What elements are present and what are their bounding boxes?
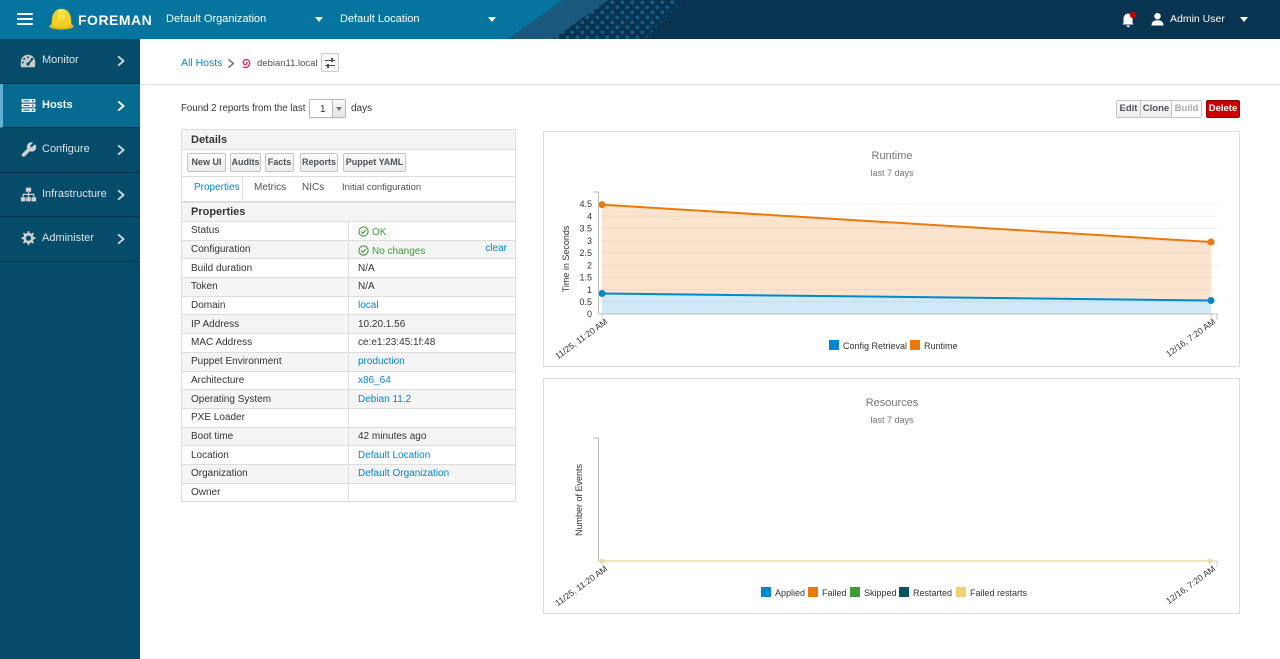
svg-text:Resources: Resources [866, 397, 919, 409]
svg-text:0.5: 0.5 [579, 297, 592, 307]
svg-text:last 7 days: last 7 days [870, 415, 914, 425]
svg-text:Applied: Applied [775, 588, 805, 598]
svg-text:Number of Events: Number of Events [574, 463, 584, 536]
svg-text:Config Retrieval: Config Retrieval [843, 341, 907, 351]
svg-text:11/25, 11:20 AM: 11/25, 11:20 AM [553, 317, 609, 362]
svg-text:12/16, 7:20 AM: 12/16, 7:20 AM [1164, 564, 1217, 606]
svg-text:Skipped: Skipped [864, 588, 897, 598]
svg-text:3: 3 [587, 236, 592, 246]
svg-text:Failed: Failed [822, 588, 847, 598]
svg-text:1: 1 [587, 285, 592, 295]
svg-text:3.5: 3.5 [579, 224, 592, 234]
svg-text:4.5: 4.5 [579, 199, 592, 209]
svg-text:Runtime: Runtime [872, 150, 913, 162]
svg-text:last 7 days: last 7 days [870, 168, 914, 178]
svg-text:1.5: 1.5 [579, 273, 592, 283]
svg-text:Restarted: Restarted [913, 588, 952, 598]
svg-text:Failed restarts: Failed restarts [970, 588, 1028, 598]
svg-text:0: 0 [587, 309, 592, 319]
svg-text:2.5: 2.5 [579, 248, 592, 258]
svg-text:11/25, 11:20 AM: 11/25, 11:20 AM [553, 564, 609, 609]
svg-text:Runtime: Runtime [924, 341, 958, 351]
svg-text:2: 2 [587, 260, 592, 270]
svg-text:Time in Seconds: Time in Seconds [561, 225, 571, 292]
svg-text:12/16, 7:20 AM: 12/16, 7:20 AM [1164, 317, 1217, 359]
svg-text:4: 4 [587, 211, 592, 221]
